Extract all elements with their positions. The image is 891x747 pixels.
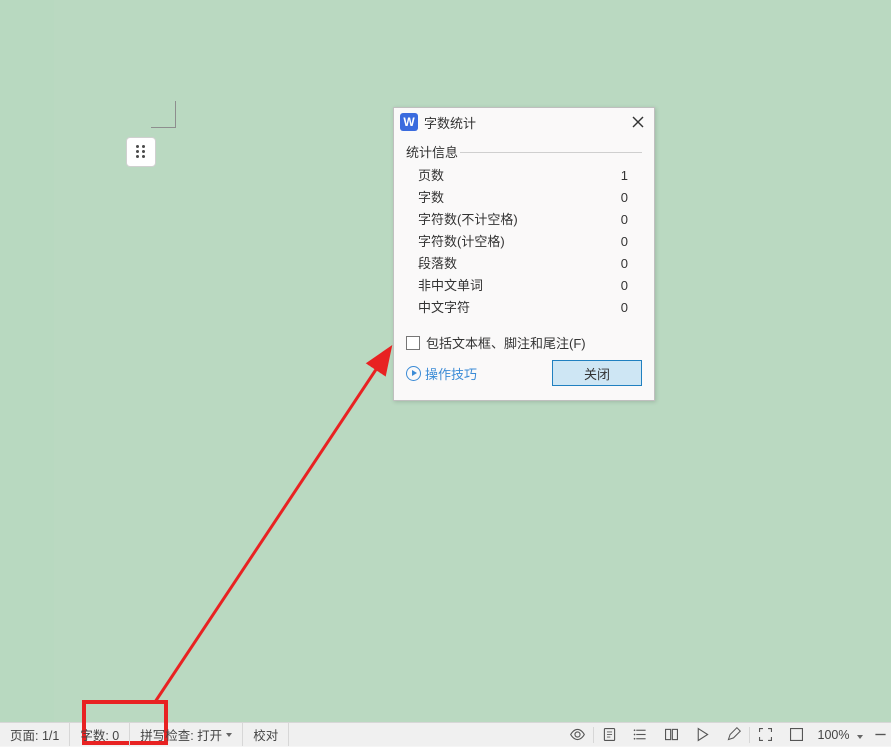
eye-icon xyxy=(569,726,586,743)
stats-section: 统计信息 页数 1 字数 0 字符数(不计空格) 0 字符数(计空格) 0 段落… xyxy=(406,142,642,329)
zoom-out-button[interactable] xyxy=(869,723,891,747)
stat-row: 中文字符 0 xyxy=(418,297,634,319)
dialog-footer: 操作技巧 关闭 xyxy=(406,360,642,386)
checkbox-icon[interactable] xyxy=(406,336,420,350)
page-icon xyxy=(601,726,618,743)
statusbar-left: 页面: 1/1 字数: 0 拼写检查: 打开 校对 xyxy=(0,723,289,746)
dialog-close-action-button[interactable]: 关闭 xyxy=(552,360,642,386)
stat-value: 0 xyxy=(621,231,634,253)
stat-row: 字符数(不计空格) 0 xyxy=(418,209,634,231)
stat-label: 页数 xyxy=(418,165,444,187)
edit-pencil-button[interactable] xyxy=(718,723,749,747)
status-page-indicator[interactable]: 页面: 1/1 xyxy=(0,723,70,746)
play-circle-icon xyxy=(406,366,421,381)
status-spellcheck[interactable]: 拼写检查: 打开 xyxy=(130,723,243,746)
stat-label: 字数 xyxy=(418,187,444,209)
stat-row: 段落数 0 xyxy=(418,253,634,275)
stat-value: 0 xyxy=(621,209,634,231)
dialog-titlebar[interactable]: W 字数统计 xyxy=(394,108,654,136)
zoom-value: 100% xyxy=(818,728,850,742)
minus-icon xyxy=(872,726,889,743)
dialog-close-button[interactable] xyxy=(628,112,648,132)
view-outline-button[interactable] xyxy=(625,723,656,747)
stat-value: 0 xyxy=(621,253,634,275)
stat-label: 字符数(不计空格) xyxy=(418,209,518,231)
app-w-icon: W xyxy=(400,113,418,131)
outline-list-icon xyxy=(632,726,649,743)
view-eye-button[interactable] xyxy=(562,723,593,747)
page-margin-guide-h xyxy=(151,127,176,128)
word-count-dialog: W 字数统计 统计信息 页数 1 字数 0 字符数(不计空格) 0 xyxy=(393,107,655,401)
stat-row: 字符数(计空格) 0 xyxy=(418,231,634,253)
stat-label: 非中文单词 xyxy=(418,275,483,297)
zoom-fit-button[interactable] xyxy=(750,723,781,747)
chevron-down-icon xyxy=(857,735,863,739)
columns-icon xyxy=(663,726,680,743)
stat-value: 0 xyxy=(621,297,634,319)
checkbox-label: 包括文本框、脚注和尾注(F) xyxy=(426,333,586,352)
stat-value: 1 xyxy=(621,165,634,187)
fit-screen-icon xyxy=(757,726,774,743)
stat-row: 字数 0 xyxy=(418,187,634,209)
zoom-level[interactable]: 100% xyxy=(812,728,869,742)
stat-row: 页数 1 xyxy=(418,165,634,187)
chevron-down-icon xyxy=(226,733,232,737)
view-page-layout-button[interactable] xyxy=(594,723,625,747)
drag-dots-icon xyxy=(136,145,146,160)
statusbar-right: 100% xyxy=(562,723,891,746)
reading-mode-button[interactable] xyxy=(656,723,687,747)
operation-tips-link[interactable]: 操作技巧 xyxy=(406,364,477,383)
play-slideshow-button[interactable] xyxy=(687,723,718,747)
statusbar: 页面: 1/1 字数: 0 拼写检查: 打开 校对 xyxy=(0,722,891,746)
paragraph-grip-handle[interactable] xyxy=(126,137,156,167)
close-button-text: 关闭 xyxy=(584,364,610,383)
spellcheck-label: 拼写检查: 打开 xyxy=(140,725,222,744)
stats-section-label: 统计信息 xyxy=(404,145,460,160)
tips-link-text: 操作技巧 xyxy=(425,364,477,383)
stat-value: 0 xyxy=(621,275,634,297)
page-margin-guide-v xyxy=(175,101,176,127)
fullscreen-button[interactable] xyxy=(781,723,812,747)
status-proof[interactable]: 校对 xyxy=(243,723,289,746)
dialog-title-text: 字数统计 xyxy=(424,113,628,132)
stat-row: 非中文单词 0 xyxy=(418,275,634,297)
stats-frame: 页数 1 字数 0 字符数(不计空格) 0 字符数(计空格) 0 段落数 0 非… xyxy=(406,152,642,329)
pencil-icon xyxy=(725,726,742,743)
expand-icon xyxy=(788,726,805,743)
status-word-count[interactable]: 字数: 0 xyxy=(70,723,130,746)
include-textbox-checkbox-row[interactable]: 包括文本框、脚注和尾注(F) xyxy=(406,333,642,352)
close-icon xyxy=(632,116,644,128)
stat-label: 字符数(计空格) xyxy=(418,231,505,253)
stat-label: 段落数 xyxy=(418,253,457,275)
stat-value: 0 xyxy=(621,187,634,209)
stat-label: 中文字符 xyxy=(418,297,470,319)
play-icon xyxy=(694,726,711,743)
